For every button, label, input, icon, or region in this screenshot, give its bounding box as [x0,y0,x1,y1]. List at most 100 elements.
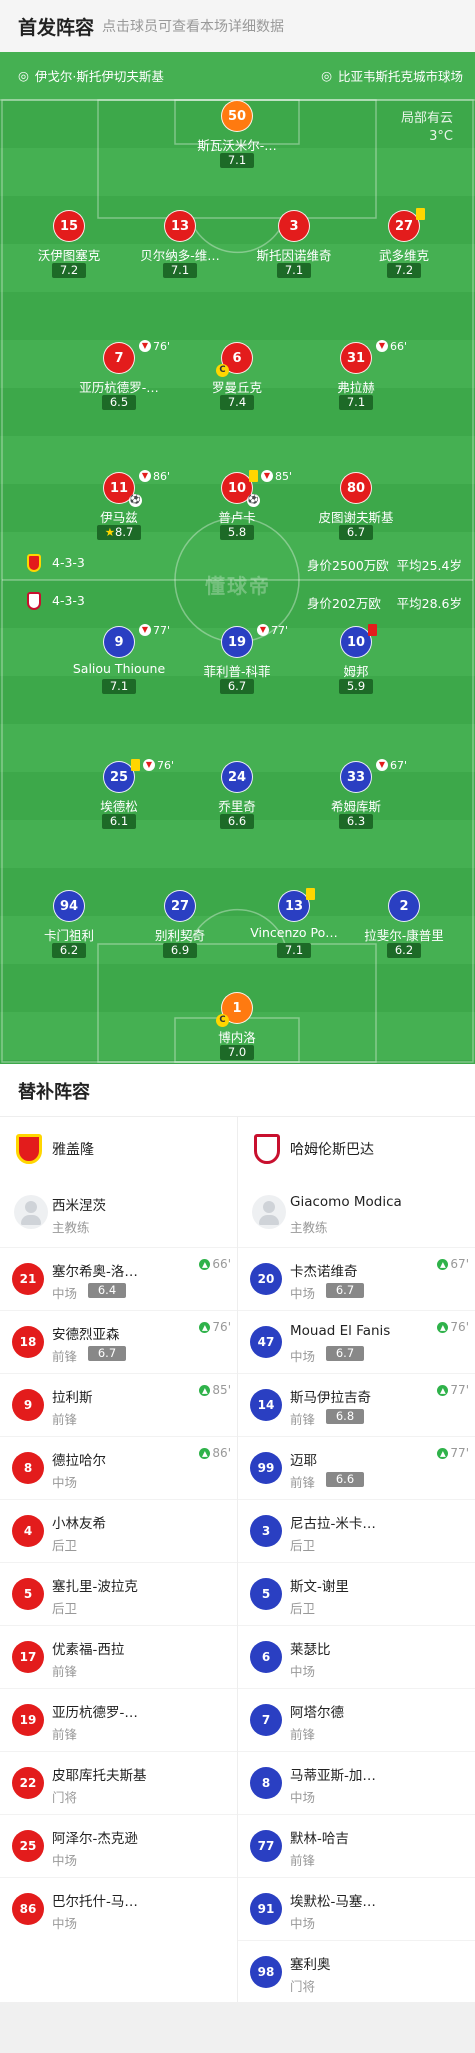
player-name: 阿泽尔-杰克逊 [52,1831,138,1847]
bench-player-row[interactable]: 19 亚历杭德罗-… 前锋 [0,1688,237,1751]
bench-player-row[interactable]: 17 优素福-西拉 前锋 [0,1625,237,1688]
field-player-home[interactable]: 6 罗曼丘克 C 7.4 [177,342,297,418]
field-player-home[interactable]: 7 亚历杭德罗-… ▼ 76' 6.5 [59,340,179,418]
player-name: 巴尔托什-马… [52,1894,138,1910]
jersey-number: 5 [12,1578,44,1610]
field-player-away[interactable]: 1 博内洛 C 7.0 [177,992,297,1064]
bench-player-row[interactable]: 86 巴尔托什-马… 中场 [0,1877,237,1940]
field-player-away[interactable]: 33 希姆库斯 ▼ 67' 6.3 [296,759,416,837]
player-rating: 6.7 [326,1283,364,1298]
field-player-away[interactable]: 10 姆邦 5.9 [296,624,416,702]
player-rating: 6.7 [326,1346,364,1361]
field-player-home[interactable]: 31 弗拉赫 ▼ 66' 7.1 [296,339,416,418]
field-player-home[interactable]: 15 沃伊图塞克 7.2 [9,210,129,286]
bench-player-row[interactable]: 20 卡杰诺维奇 中场 6.7 ▲ 67' [238,1247,475,1310]
field-player-home[interactable]: 3 斯托因诺维奇 7.1 [234,210,354,286]
goal-ball-icon: ⚽ [129,494,142,507]
player-rating: 7.1 [102,679,136,694]
player-rating: 7.1 [339,395,373,410]
bench-player-row[interactable]: 21 塞尔希奥-洛… 中场 6.4 ▲ 66' [0,1247,237,1310]
bench-player-row[interactable]: 8 德拉哈尔 中场 ▲ 86' [0,1436,237,1499]
bench-player-row[interactable]: 14 斯马伊拉吉奇 前锋 6.8 ▲ 77' [238,1373,475,1436]
bench-player-row[interactable]: 9 拉利斯 前锋 ▲ 85' [0,1373,237,1436]
player-rating: 6.6 [326,1472,364,1487]
player-name: 塞尔希奥-洛… [52,1264,138,1280]
jersey-number: 21 [12,1263,44,1295]
player-rating: 6.1 [102,814,136,829]
player-rating: 7.1 [163,263,197,278]
substitution-out: ▼ 66' [376,339,407,353]
player-name: 亚历杭德罗-… [79,380,159,395]
player-position: 中场 [290,1286,316,1301]
bench-player-row[interactable]: 18 安德烈亚森 前锋 6.7 ▲ 76' [0,1310,237,1373]
player-rating: 7.1 [277,943,311,958]
field-player-away[interactable]: 94 卡门祖利 6.2 [9,890,129,966]
field-player-home[interactable]: 11 伊马兹 ▼ 86' ⚽ ★8.7 [59,470,179,548]
rating-value: 7.1 [227,153,247,167]
bench-player-row[interactable]: 4 小林友希 后卫 [0,1499,237,1562]
player-position: 中场 [52,1286,78,1301]
field-player-away[interactable]: 13 Vincenzo Po… 7.1 [234,888,354,966]
bench-player-row[interactable]: 3 尼古拉-米卡… 后卫 [238,1499,475,1562]
rating-value: 7.4 [227,395,247,409]
bench-player-row[interactable]: 25 阿泽尔-杰克逊 中场 [0,1814,237,1877]
jersey-number: 86 [12,1893,44,1925]
jersey-number: 7 [103,342,135,374]
field-player-away[interactable]: 19 菲利普-科菲 ▼ 77' 6.7 [177,624,297,702]
field-player-away[interactable]: 27 别利契奇 6.9 [120,890,240,966]
bench-player-row[interactable]: 47 Mouad El Fanis 中场 6.7 ▲ 76' [238,1310,475,1373]
player-position: 前锋 [52,1664,78,1679]
player-position: 中场 [52,1475,78,1490]
bench-player-row[interactable]: 22 皮耶库托夫斯基 门将 [0,1751,237,1814]
sub-in-arrow-icon: ▲ [437,1447,449,1459]
field-player-home[interactable]: 13 贝尔纳多-维… 7.1 [120,210,240,286]
bench-player-row[interactable]: 5 斯文-谢里 后卫 [238,1562,475,1625]
home-coach-role: 主教练 [52,1220,90,1235]
bench-player-row[interactable]: 77 默林-哈吉 前锋 [238,1814,475,1877]
jersey-number: 91 [250,1893,282,1925]
lineup-page: 首发阵容 点击球员可查看本场详细数据 ◎ 伊戈尔·斯托伊切夫斯基 ◎ 比亚韦斯托克城… [0,0,475,2053]
field-player-home[interactable]: 80 皮图谢夫斯基 6.7 [296,472,416,548]
bench-player-row[interactable]: 98 塞利奥 门将 [238,1940,475,2003]
field-player-away[interactable]: 25 埃德松 ▼ 76' 6.1 [59,759,179,837]
away-team-crest-icon [27,592,41,610]
sub-out-arrow-icon: ▼ [257,624,269,636]
home-coach[interactable]: 西米涅茨 主教练 [0,1179,237,1247]
rating-value: 7.1 [109,679,129,693]
jersey-number: 5 [250,1578,282,1610]
field-player-away[interactable]: 24 乔里奇 6.6 [177,761,297,837]
field-player-away[interactable]: 9 Saliou Thioune ▼ 77' 7.1 [59,623,179,702]
field-player-home[interactable]: 10 普卢卡 ▼ 85' ⚽ 5.8 [177,470,297,548]
away-team-name: 哈姆伦斯巴达 [290,1142,374,1158]
bench-player-row[interactable]: 7 阿塔尔德 前锋 [238,1688,475,1751]
player-position: 后卫 [290,1601,316,1616]
field-player-home[interactable]: 27 武多维克 7.2 [344,208,464,286]
player-position: 前锋 [290,1475,316,1490]
bench-player-row[interactable]: 8 马蒂亚斯-加… 中场 [238,1751,475,1814]
bench-player-row[interactable]: 91 埃默松-马塞… 中场 [238,1877,475,1940]
away-coach[interactable]: Giacomo Modica 主教练 [238,1179,475,1247]
field-player-away[interactable]: 2 拉斐尔-康普里 6.2 [344,890,464,966]
coach-avatar-icon [252,1195,286,1229]
yellow-card-icon [306,888,315,900]
player-position: 前锋 [290,1412,316,1427]
rating-value: 6.2 [59,943,79,957]
player-position: 前锋 [52,1727,78,1742]
bench-player-row[interactable]: 99 迈耶 前锋 6.6 ▲ 77' [238,1436,475,1499]
rating-value: 6.3 [346,814,366,828]
player-rating: 6.5 [102,395,136,410]
bench-player-row[interactable]: 6 莱瑟比 中场 [238,1625,475,1688]
home-team-value: 身价2500万欧 [307,558,389,573]
sub-minute: 66' [212,1257,231,1271]
player-name: 卡门祖利 [43,928,94,943]
sub-minute: 66' [390,339,408,353]
player-name: 小林友希 [52,1516,106,1532]
player-name: 斯托因诺维奇 [256,248,332,263]
sub-minute: 76' [450,1320,469,1334]
bench-player-row[interactable]: 5 塞扎里-波拉克 后卫 [0,1562,237,1625]
substitution-out: ▼ 77' [139,623,170,637]
player-position: 后卫 [290,1538,316,1553]
rating-value: 6.7 [227,679,247,693]
rating-value: 7.2 [394,263,414,277]
field-player-home[interactable]: 50 斯瓦沃米尔-… 7.1 [177,100,297,176]
